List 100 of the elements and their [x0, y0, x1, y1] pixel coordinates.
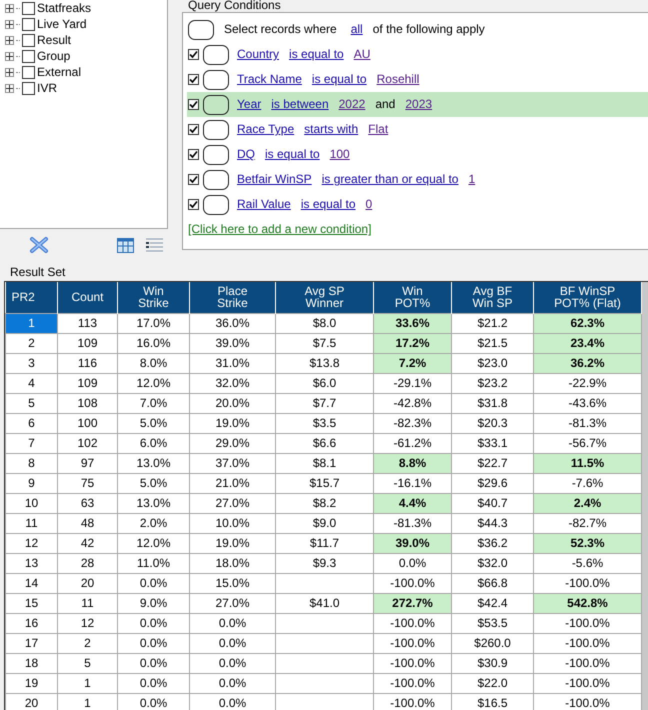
operator-link[interactable]: is equal to	[289, 47, 344, 62]
checkbox[interactable]	[22, 82, 35, 94]
column-header[interactable]: Win Strike	[118, 282, 190, 313]
checkbox[interactable]	[188, 99, 199, 110]
tree-item[interactable]: Statfreaks	[37, 0, 92, 16]
field-link[interactable]: Rail Value	[237, 197, 291, 212]
column-header[interactable]: Avg SP Winner	[276, 282, 374, 313]
condition-row[interactable]: Betfair WinSP is greater than or equal to 1	[187, 167, 648, 192]
field-link[interactable]: Track Name	[237, 72, 302, 87]
table-cell: 48	[58, 513, 118, 533]
checkbox[interactable]	[22, 2, 35, 14]
condition-row[interactable]: Race Type starts with Flat	[187, 117, 648, 142]
condition-toggle[interactable]	[203, 144, 229, 164]
list-icon[interactable]	[146, 238, 163, 252]
field-link[interactable]: Betfair WinSP	[237, 172, 312, 187]
table-cell: 109	[58, 333, 118, 353]
condition-toggle[interactable]	[203, 120, 229, 140]
condition-toggle[interactable]	[203, 44, 229, 64]
condition-toggle[interactable]	[203, 70, 229, 90]
expand-icon[interactable]	[5, 68, 14, 76]
checkbox[interactable]	[188, 174, 199, 185]
checkbox[interactable]	[188, 149, 199, 160]
tree-item[interactable]: IVR	[37, 80, 58, 96]
condition-row[interactable]: Rail Value is equal to 0	[187, 192, 648, 217]
table-cell: 6	[6, 413, 58, 433]
operator-link[interactable]: starts with	[304, 122, 358, 137]
field-link[interactable]: DQ	[237, 147, 255, 162]
value-link[interactable]: Flat	[368, 122, 388, 137]
operator-link[interactable]: is greater than or equal to	[322, 172, 458, 187]
condition-row[interactable]: DQ is equal to 100	[187, 142, 648, 167]
tree-item[interactable]: Group	[37, 48, 70, 64]
condition-toggle[interactable]	[203, 170, 229, 190]
checkbox[interactable]	[22, 34, 35, 46]
checkbox[interactable]	[188, 74, 199, 85]
value-link[interactable]: 1	[468, 172, 476, 187]
value-link[interactable]: 100	[330, 147, 350, 162]
operator-link[interactable]: is between	[271, 97, 329, 112]
condition-row[interactable]: Year is between 2022 and 2023	[187, 92, 648, 117]
table-cell: $260.0	[452, 633, 534, 653]
table-cell: 5	[58, 653, 118, 673]
table-cell: -5.6%	[534, 553, 642, 573]
tree-item[interactable]: External	[37, 64, 82, 80]
checkbox[interactable]	[188, 124, 199, 135]
condition-row[interactable]: Track Name is equal to Rosehill	[187, 67, 648, 92]
operator-link[interactable]: is equal to	[312, 72, 367, 87]
table-cell: 102	[58, 433, 118, 453]
field-link[interactable]: Country	[237, 47, 280, 62]
group-toggle[interactable]	[188, 20, 214, 40]
checkbox[interactable]	[188, 49, 199, 60]
table-cell: 0.0%	[190, 653, 276, 673]
condition-toggle[interactable]	[203, 194, 229, 214]
field-link[interactable]: Year	[237, 97, 262, 112]
operator-link[interactable]: is equal to	[300, 197, 356, 212]
table-cell: -7.6%	[534, 473, 642, 493]
table-cell: 36.0%	[190, 313, 276, 333]
mode-link[interactable]: all	[350, 22, 363, 37]
condition-toggle[interactable]	[203, 94, 229, 114]
delete-icon[interactable]	[29, 236, 49, 254]
column-header[interactable]: Place Strike	[190, 282, 276, 313]
condition-row[interactable]: Country is equal to AU	[187, 42, 648, 67]
table-cell: $23.0	[452, 353, 534, 373]
table-cell: 542.8%	[534, 593, 642, 613]
column-header[interactable]: Win POT%	[374, 282, 452, 313]
table-cell: -56.7%	[534, 433, 642, 453]
table-cell: 18.0%	[190, 553, 276, 573]
column-header[interactable]: BF WinSP POT% (Flat)	[534, 282, 642, 313]
expand-icon[interactable]	[5, 20, 14, 28]
checkbox[interactable]	[188, 199, 199, 210]
table-cell: -43.6%	[534, 393, 642, 413]
value-link[interactable]: 2023	[405, 97, 432, 112]
value-link[interactable]: 0	[366, 197, 372, 212]
checkbox[interactable]	[22, 50, 35, 62]
checkbox[interactable]	[22, 66, 35, 78]
table-cell: 17.0%	[118, 313, 190, 333]
value-link[interactable]: 2022	[338, 97, 366, 112]
table-cell: $36.2	[452, 533, 534, 553]
column-header[interactable]: PR2	[6, 282, 58, 313]
grid-icon[interactable]	[117, 238, 134, 252]
table-cell: 5.0%	[118, 473, 190, 493]
table-cell: 13.0%	[118, 453, 190, 473]
field-link[interactable]: Race Type	[237, 122, 294, 137]
table-cell: 39.0%	[190, 333, 276, 353]
value-link[interactable]: AU	[354, 47, 370, 62]
column-header[interactable]: Count	[58, 282, 118, 313]
expand-icon[interactable]	[5, 4, 14, 12]
table-cell: $30.9	[452, 653, 534, 673]
value-link[interactable]: Rosehill	[376, 72, 420, 87]
checkbox[interactable]	[22, 18, 35, 30]
table-cell: $42.4	[452, 593, 534, 613]
table-cell: 33.6%	[374, 313, 452, 333]
operator-link[interactable]: is equal to	[265, 147, 320, 162]
tree-item[interactable]: Result	[37, 32, 72, 48]
expand-icon[interactable]	[5, 52, 14, 60]
scrollbar[interactable]	[642, 282, 648, 710]
tree-item[interactable]: Live Yard	[37, 16, 87, 32]
table-cell: 1	[6, 313, 58, 333]
expand-icon[interactable]	[5, 36, 14, 44]
expand-icon[interactable]	[5, 84, 14, 92]
column-header[interactable]: Avg BF Win SP	[452, 282, 534, 313]
add-condition-link[interactable]: [Click here to add a new condition]	[188, 222, 372, 237]
